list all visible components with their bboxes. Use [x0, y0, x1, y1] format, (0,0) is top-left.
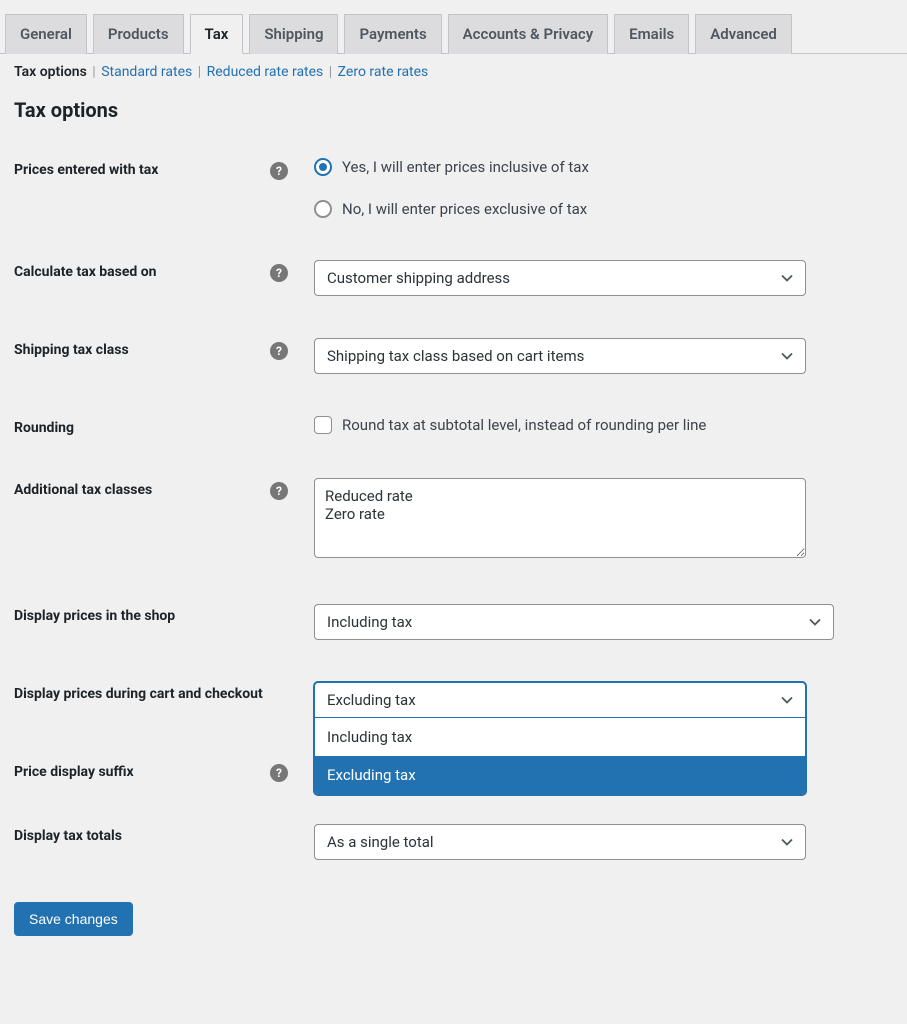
select-calc-based-on[interactable]: Customer shipping address: [314, 260, 806, 296]
label-rounding: Rounding: [14, 416, 270, 436]
subnav-zero-rate-rates[interactable]: Zero rate rates: [338, 64, 429, 80]
settings-tabs: General Products Tax Shipping Payments A…: [0, 14, 907, 54]
subnav: Tax options | Standard rates | Reduced r…: [14, 64, 893, 80]
tab-advanced[interactable]: Advanced: [695, 14, 792, 54]
radio-label-inclusive: Yes, I will enter prices inclusive of ta…: [342, 158, 589, 176]
select-value: As a single total: [327, 833, 434, 851]
select-value: Excluding tax: [327, 691, 416, 709]
select-value: Shipping tax class based on cart items: [327, 347, 584, 365]
row-shipping-tax-class: Shipping tax class ? Shipping tax class …: [14, 338, 893, 374]
label-calc-based-on: Calculate tax based on: [14, 260, 270, 280]
select-display-cart[interactable]: Excluding tax: [314, 682, 806, 718]
row-display-cart: Display prices during cart and checkout …: [14, 682, 893, 718]
label-tax-totals: Display tax totals: [14, 824, 270, 844]
radio-label-exclusive: No, I will enter prices exclusive of tax: [342, 200, 587, 218]
row-rounding: Rounding Round tax at subtotal level, in…: [14, 416, 893, 436]
row-prices-entered: Prices entered with tax ? Yes, I will en…: [14, 158, 893, 218]
chevron-down-icon: [809, 616, 821, 628]
tab-emails[interactable]: Emails: [614, 14, 689, 54]
section-title: Tax options: [14, 98, 893, 122]
chevron-down-icon: [781, 272, 793, 284]
help-icon[interactable]: ?: [270, 764, 288, 782]
select-shipping-tax-class[interactable]: Shipping tax class based on cart items: [314, 338, 806, 374]
separator: |: [198, 64, 205, 80]
help-icon[interactable]: ?: [270, 264, 288, 282]
checkbox-rounding[interactable]: [314, 416, 332, 434]
row-tax-totals: Display tax totals As a single total: [14, 824, 893, 860]
tab-general[interactable]: General: [5, 14, 87, 54]
checkbox-option-rounding[interactable]: Round tax at subtotal level, instead of …: [314, 416, 806, 434]
help-icon[interactable]: ?: [270, 162, 288, 180]
help-icon[interactable]: ?: [270, 342, 288, 360]
help-icon[interactable]: ?: [270, 482, 288, 500]
label-price-suffix: Price display suffix: [14, 760, 270, 780]
tab-shipping[interactable]: Shipping: [249, 14, 338, 54]
select-tax-totals[interactable]: As a single total: [314, 824, 806, 860]
textarea-additional-classes[interactable]: [314, 478, 806, 558]
label-display-shop: Display prices in the shop: [14, 604, 270, 624]
row-additional-classes: Additional tax classes ?: [14, 478, 893, 562]
checkbox-label-rounding: Round tax at subtotal level, instead of …: [342, 416, 706, 434]
select-value: Including tax: [327, 613, 412, 631]
tab-payments[interactable]: Payments: [344, 14, 441, 54]
radio-inclusive[interactable]: [314, 158, 332, 176]
label-additional-classes: Additional tax classes: [14, 478, 270, 498]
chevron-down-icon: [781, 694, 793, 706]
separator: |: [92, 64, 99, 80]
dropdown-panel-display-cart: Including tax Excluding tax: [314, 718, 806, 795]
subnav-tax-options[interactable]: Tax options: [14, 64, 87, 80]
subnav-standard-rates[interactable]: Standard rates: [101, 64, 192, 80]
select-value: Customer shipping address: [327, 269, 510, 287]
save-changes-button[interactable]: Save changes: [14, 902, 133, 936]
chevron-down-icon: [781, 350, 793, 362]
select-display-shop[interactable]: Including tax: [314, 604, 834, 640]
tab-tax[interactable]: Tax: [190, 14, 244, 54]
row-calc-based-on: Calculate tax based on ? Customer shippi…: [14, 260, 893, 296]
separator: |: [329, 64, 336, 80]
dropdown-option-including[interactable]: Including tax: [315, 718, 805, 756]
radio-option-inclusive[interactable]: Yes, I will enter prices inclusive of ta…: [314, 158, 806, 176]
row-display-shop: Display prices in the shop Including tax: [14, 604, 893, 640]
chevron-down-icon: [781, 836, 793, 848]
subnav-reduced-rate-rates[interactable]: Reduced rate rates: [207, 64, 324, 80]
label-prices-entered: Prices entered with tax: [14, 158, 270, 178]
label-display-cart: Display prices during cart and checkout: [14, 682, 270, 702]
tab-accounts-privacy[interactable]: Accounts & Privacy: [448, 14, 609, 54]
dropdown-option-excluding[interactable]: Excluding tax: [315, 756, 805, 794]
label-shipping-tax-class: Shipping tax class: [14, 338, 270, 358]
radio-option-exclusive[interactable]: No, I will enter prices exclusive of tax: [314, 200, 806, 218]
tab-products[interactable]: Products: [93, 14, 184, 54]
radio-exclusive[interactable]: [314, 200, 332, 218]
